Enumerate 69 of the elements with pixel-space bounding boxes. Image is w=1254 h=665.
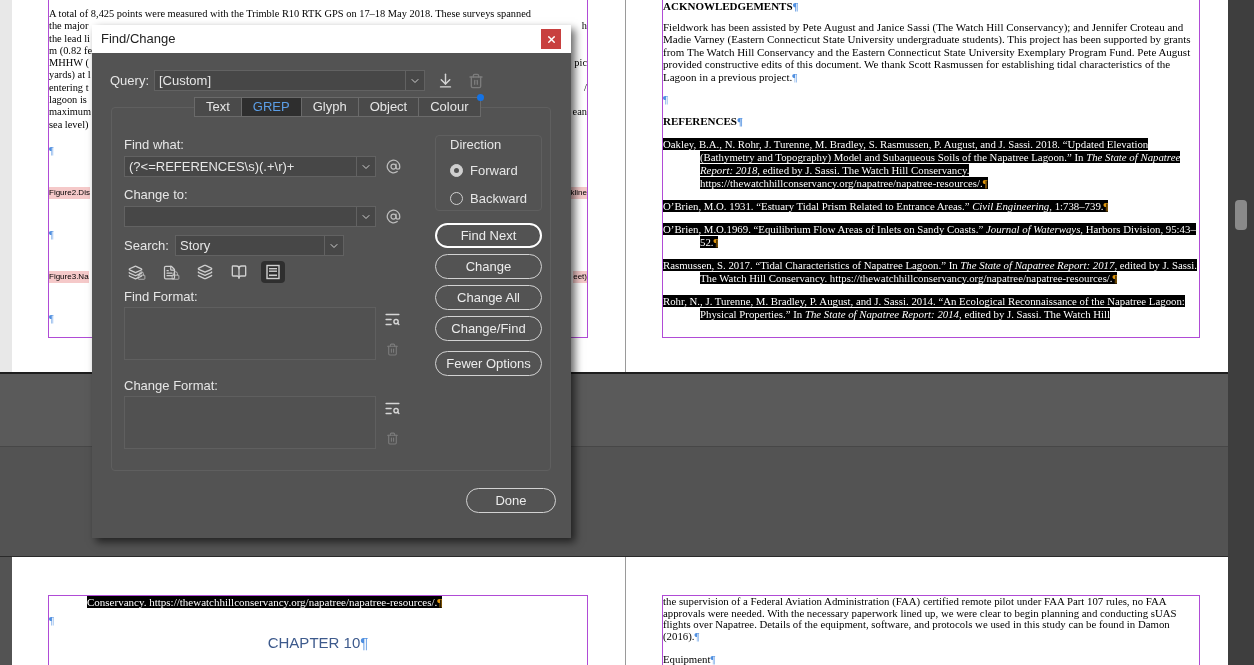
section-heading: Equipment (663, 653, 711, 665)
text-fragment: yards) at l (49, 69, 91, 82)
text-fragment: / (584, 81, 587, 95)
field-label: Search: (124, 236, 170, 255)
pilcrow-mark: ¶ (49, 312, 54, 324)
text-fragment: pic (574, 57, 587, 70)
text-fragment: h (581, 20, 587, 33)
text-fragment: A total of 8,425 points were measured with the Trimble R10 RTK GPS on 17–18 May 2018. These surveys spanned (49, 8, 532, 21)
group-label: Direction (450, 137, 503, 153)
tab[interactable]: Text (194, 97, 242, 117)
close-button[interactable] (541, 29, 561, 49)
close-icon (545, 33, 557, 45)
field-label: Query: (110, 71, 150, 90)
text-fragment: the lead li (49, 32, 90, 45)
pilcrow-mark: ¶ (437, 595, 443, 608)
pilcrow-mark: ¶ (663, 93, 668, 106)
pilcrow-mark: ¶ (49, 613, 54, 626)
special-characters-icon[interactable] (386, 209, 401, 224)
text-fragment: MHHW ( (49, 57, 89, 70)
text-fragment: the major (49, 20, 89, 33)
special-characters-icon[interactable] (386, 159, 401, 174)
text-fragment: maximum (49, 106, 92, 119)
pilcrow-mark: ¶ (792, 0, 799, 12)
paragraph: the supervision of a Federal Aviation Administration (FAA) certified remote pilot under FAA Part 107 rules, no FAA approvals were needed. With the necessary paperwork lined up, we were clear to begin planning and conducting sUAS flights over Napatree. Details of the equipment, software, and protocols we used in this study can be found in Damon (2016).¶ (663, 595, 1178, 643)
section-heading: ACKNOWLEDGEMENTS (663, 0, 793, 12)
dialog-button[interactable]: Find Next (435, 223, 542, 248)
save-query-icon[interactable] (437, 72, 454, 89)
text-fragment: sea level) (49, 118, 89, 131)
scrollbar-thumb[interactable] (1235, 200, 1247, 230)
text-fragment: ean (572, 106, 587, 119)
pilcrow-mark: ¶ (710, 653, 716, 665)
query-dropdown[interactable]: [Custom] (154, 70, 425, 91)
field-label: Find Format: (124, 289, 199, 305)
reference-entry: O’Brien, M.O. 1931. “Estuary Tidal Prism Related to Entrance Areas.” Civil Engineering, 1:738–739.¶ (663, 200, 1110, 214)
field-label: Change Format: (124, 378, 219, 394)
pilcrow-mark: ¶ (49, 144, 54, 156)
reference-entry: O’Brien, M.O.1969. “Equilibrium Flow Areas of Inlets on Sandy Coasts.” Journal of Waterways, Harbors Division, 95:43–52.¶ (663, 223, 1197, 250)
pilcrow-mark: ¶ (736, 115, 743, 128)
reference-entry: Rasmussen, S. 2017. “Tidal Characteristics of Napatree Lagoon.” In The State of Napatree Report: 2017, edited by J. Sassi. The Watch Hill Conservancy. https://thewatchhillconservancy.org/napatree/napatree-resources/.¶ (663, 259, 1198, 286)
radio-button[interactable] (450, 164, 463, 178)
format-search-icon[interactable] (384, 400, 401, 417)
tab[interactable]: GREP (240, 97, 302, 117)
field-label: Find what: (124, 137, 185, 153)
caption-fragment: Figure3.Na (49, 270, 89, 283)
paragraph: Fieldwork has been assisted by Pete August and Janice Sassi (The Watch Hill Conservancy); and Jennifer Croteau and Madie Varney (Eastern Connecticut State University undergraduate students). This project has been supported by grants from The Watch Hill Conservancy and the Eastern Connecticut State University Exemplary Program Fund. Pete August provided constructive edits of this document. We thank Scott Rasmussen for establishing tidal characteristics of the Lagoon in a previous project.¶ (663, 21, 1192, 84)
text-fragment: m (0.82 fe (49, 44, 92, 58)
pilcrow-mark: ¶ (49, 228, 54, 240)
footnote-icon[interactable] (261, 261, 285, 283)
highlighted-text: Conservancy. https://thewatchhillconservancy.org/napatree/napatree-resources/. (87, 595, 438, 608)
tab[interactable]: Glyph (300, 97, 359, 117)
radio-label: Forward (470, 162, 518, 180)
text-fragment: lagoon is (49, 94, 87, 107)
change-to-field[interactable] (124, 206, 376, 227)
search-dropdown[interactable]: Story (175, 235, 344, 256)
chapter-title: CHAPTER 10 (267, 633, 361, 651)
caption-fragment: Figure2.Dis (49, 186, 90, 199)
text-fragment: entering t (49, 81, 89, 95)
tab[interactable]: Object (357, 97, 420, 117)
reference-entry: Oakley, B.A., N. Rohr, J. Turenne, M. Bradley, S. Rasmussen, P. August, and J. Sassi. 2018. “Updated Elevation (Bathymetry and Topography) Model and Subaqueous Soils of the Napatree Lagoon.” In The State of Napatree Report: 2018, edited by J. Sassi. The Watch Hill Conservancy. https://thewatchhillconservancy.org/napatree/napatree-resources/.¶ (663, 138, 1182, 191)
caption-fragment: eet) (573, 270, 587, 283)
find-what-field[interactable]: (?<=REFERENCES\s)(.+\r)+ (124, 156, 376, 177)
format-search-icon[interactable] (384, 311, 401, 328)
window-title: Find/Change (101, 30, 176, 49)
section-heading: REFERENCES (663, 115, 737, 128)
radio-label: Backward (470, 189, 528, 208)
reference-entry: Rohr, N., J. Turenne, M. Bradley, P. August, and J. Sassi. 2014. “An Ecological Reconnaissance of the Napatree Lagoon: Physical Properties.” In The State of Napatree Report: 2014, edited by J. Sassi. The Watch Hill (663, 295, 1186, 322)
field-label: Change to: (124, 187, 189, 203)
tab[interactable]: Colour (418, 97, 481, 117)
pilcrow-mark: ¶ (360, 633, 369, 651)
